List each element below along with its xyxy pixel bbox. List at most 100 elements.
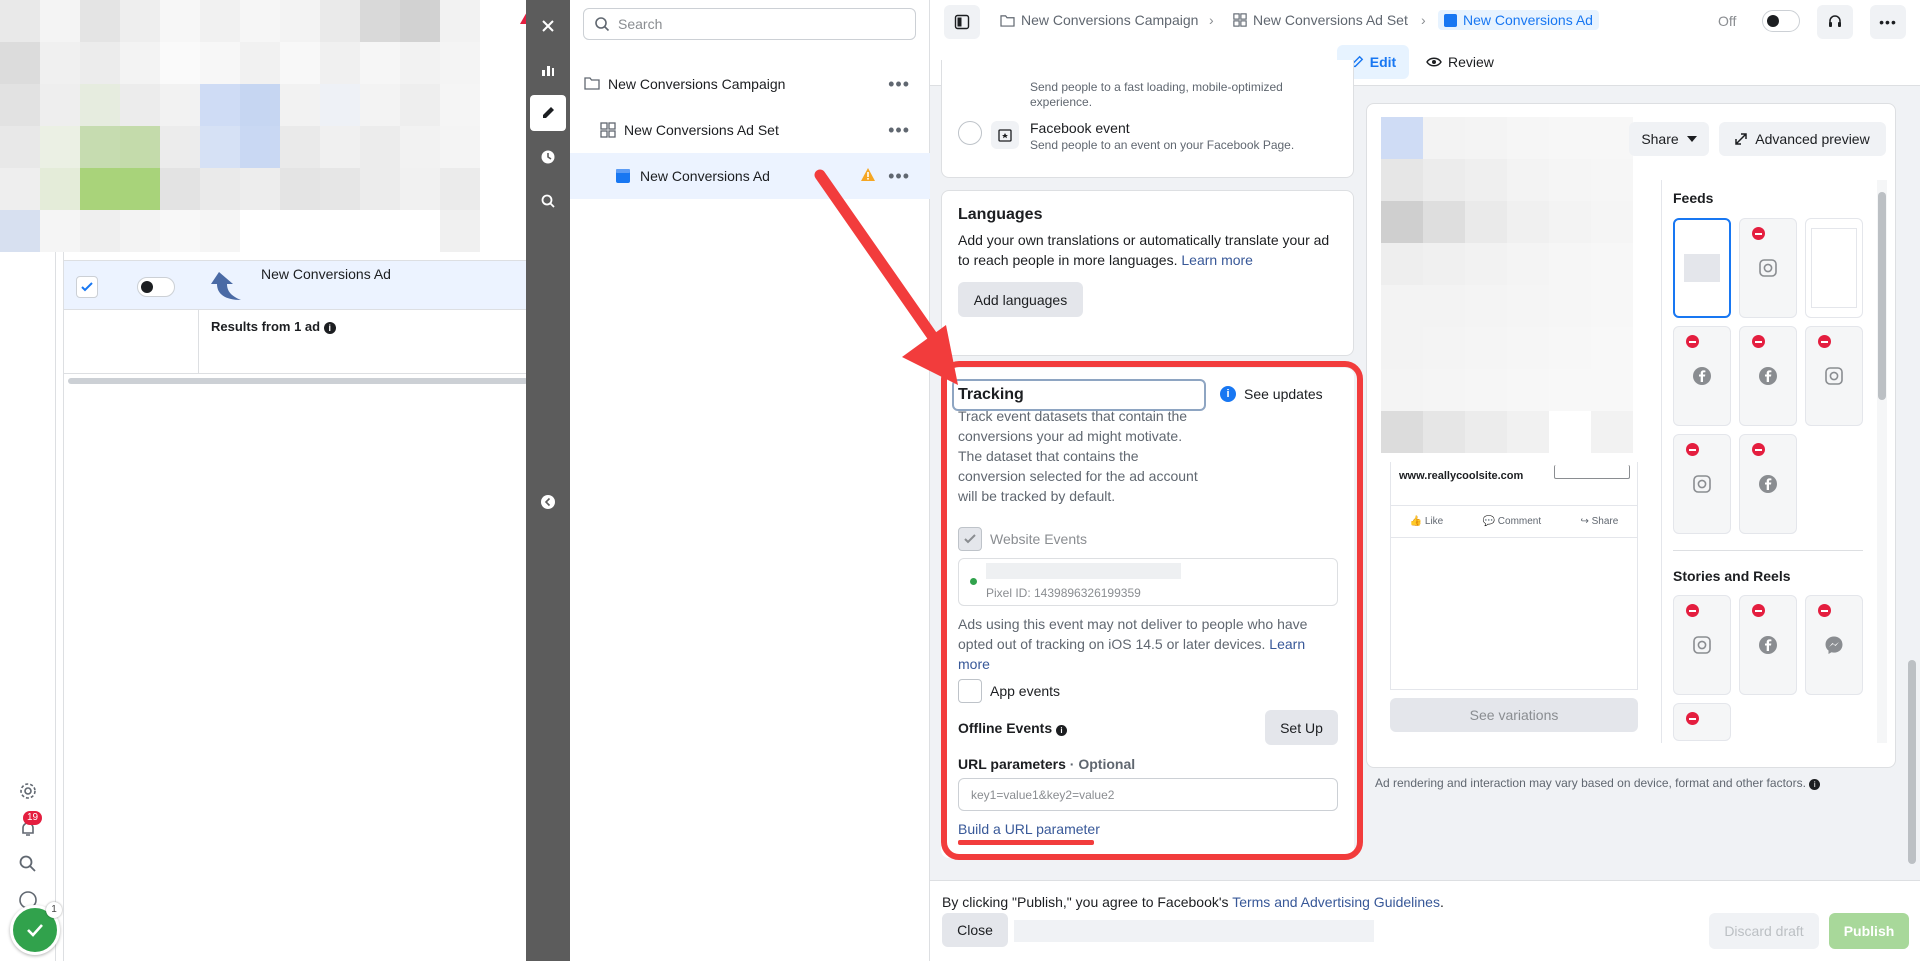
learn-more-link[interactable]: Learn more	[1181, 252, 1253, 268]
search-input[interactable]: Search	[583, 8, 916, 40]
placements-scroll-thumb[interactable]	[1878, 192, 1886, 400]
support-headset-icon[interactable]	[1817, 5, 1853, 39]
row-checkbox[interactable]	[76, 276, 98, 298]
folder-icon	[584, 76, 600, 90]
grid-icon	[600, 122, 616, 138]
chevron-right-icon: ›	[1209, 12, 1214, 28]
placement-facebook-feed[interactable]	[1673, 218, 1731, 318]
breadcrumb-ad[interactable]: New Conversions Ad	[1438, 10, 1599, 30]
tree-item-label: New Conversions Campaign	[608, 76, 786, 92]
publish-button[interactable]: Publish	[1829, 913, 1909, 949]
facebook-icon	[1759, 475, 1777, 493]
warning-icon[interactable]	[860, 167, 876, 182]
destination-desc: Send people to a fast loading, mobile-op…	[1030, 80, 1283, 94]
comment-action: 💬 Comment	[1482, 516, 1542, 527]
cta-button-preview	[1554, 465, 1630, 479]
placement-facebook-marketplace[interactable]	[1673, 326, 1731, 426]
messenger-icon	[1825, 636, 1843, 654]
instagram-icon	[1693, 636, 1711, 654]
placement-instagram-profile[interactable]	[1673, 434, 1731, 534]
history-clock-icon[interactable]	[530, 139, 566, 175]
see-variations-button[interactable]: See variations	[1390, 698, 1638, 732]
discard-draft-button[interactable]: Discard draft	[1709, 913, 1819, 949]
share-dropdown-button[interactable]: Share	[1629, 122, 1709, 156]
placement-facebook-video-feeds[interactable]	[1739, 326, 1797, 426]
search-icon[interactable]	[14, 850, 42, 878]
terms-text: By clicking "Publish," you agree to Face…	[942, 894, 1444, 910]
tree-item-label: New Conversions Ad	[640, 168, 770, 184]
chart-icon[interactable]	[530, 52, 566, 88]
status-label: Off	[1718, 13, 1737, 29]
grid-icon	[1233, 13, 1247, 27]
placement-instagram-stories[interactable]	[1673, 595, 1731, 695]
close-editor-icon[interactable]	[530, 8, 566, 44]
blurred-status-text	[1014, 920, 1374, 942]
add-languages-button[interactable]: Add languages	[958, 282, 1083, 317]
facebook-event-radio[interactable]	[958, 121, 982, 145]
info-icon: i	[323, 322, 336, 334]
tree-item-campaign[interactable]: New Conversions Campaign •••	[570, 61, 930, 107]
placement-audience-network[interactable]	[1805, 218, 1863, 318]
ad-icon	[616, 169, 630, 183]
render-note: Ad rendering and interaction may vary ba…	[1375, 776, 1821, 790]
editor-scroll-thumb[interactable]	[1908, 660, 1916, 864]
search-zoom-icon[interactable]	[530, 183, 566, 219]
eye-icon	[1426, 57, 1442, 67]
destination-desc: experience.	[1030, 95, 1093, 109]
tab-label: Review	[1448, 54, 1494, 70]
destination-card	[941, 60, 1354, 178]
facebook-event-desc: Send people to an event on your Facebook…	[1030, 138, 1295, 152]
blurred-ad-image	[1381, 117, 1646, 477]
tab-review[interactable]: Review	[1426, 45, 1494, 79]
placement-facebook-profile[interactable]	[1739, 434, 1797, 534]
breadcrumb-adset[interactable]: New Conversions Ad Set	[1233, 12, 1408, 28]
breadcrumb-label: New Conversions Campaign	[1021, 12, 1199, 28]
stories-reels-heading: Stories and Reels	[1673, 568, 1791, 584]
checklist-count: 1	[46, 902, 62, 918]
preview-site-url: www.reallycoolsite.com	[1399, 470, 1524, 482]
preview-actions-bar: 👍 Like 💬 Comment ↪ Share	[1390, 505, 1638, 538]
folder-icon	[1000, 14, 1015, 27]
placements-divider	[1673, 550, 1863, 551]
languages-title: Languages	[958, 206, 1043, 223]
tree-item-label: New Conversions Ad Set	[624, 122, 779, 138]
placement-reels[interactable]	[1673, 703, 1731, 741]
tree-item-adset[interactable]: New Conversions Ad Set •••	[570, 107, 930, 153]
caret-down-icon	[1686, 136, 1697, 142]
sidebar-toggle-icon[interactable]	[944, 5, 980, 39]
instagram-icon	[1693, 475, 1711, 493]
placement-instagram-feed[interactable]	[1739, 218, 1797, 318]
more-options-icon[interactable]: •••	[888, 74, 910, 95]
close-button[interactable]: Close	[942, 913, 1008, 947]
info-icon: i	[1809, 779, 1821, 790]
placement-facebook-stories[interactable]	[1739, 595, 1797, 695]
languages-desc: Add your own translations or automatical…	[958, 232, 1330, 268]
settings-icon[interactable]	[14, 777, 42, 805]
placement-instagram-explore[interactable]	[1805, 326, 1863, 426]
calendar-star-icon	[991, 121, 1019, 149]
breadcrumb-label: New Conversions Ad	[1463, 12, 1593, 28]
notifications-badge: 19	[23, 811, 43, 825]
terms-link[interactable]: Terms and Advertising Guidelines	[1232, 894, 1440, 910]
horizontal-scrollbar[interactable]	[68, 378, 528, 384]
row-ad-name[interactable]: New Conversions Ad	[261, 266, 391, 282]
collapse-panel-icon[interactable]	[530, 484, 566, 520]
status-toggle[interactable]	[1762, 10, 1800, 32]
blurred-image	[0, 0, 520, 252]
row-toggle[interactable]	[137, 277, 175, 297]
results-summary: Results from 1 ad i	[211, 319, 336, 334]
placement-messenger-stories[interactable]	[1805, 595, 1863, 695]
ad-icon	[1444, 13, 1457, 27]
facebook-icon	[1759, 367, 1777, 385]
more-options-icon[interactable]: •••	[888, 166, 910, 187]
search-icon	[595, 17, 610, 32]
search-placeholder: Search	[618, 16, 663, 32]
breadcrumb-campaign[interactable]: New Conversions Campaign	[1000, 12, 1198, 28]
like-action: 👍 Like	[1409, 516, 1444, 527]
advanced-preview-button[interactable]: Advanced preview	[1719, 122, 1886, 156]
tree-item-ad[interactable]: New Conversions Ad •••	[570, 153, 930, 199]
edit-pencil-icon[interactable]	[530, 95, 566, 131]
more-menu-icon[interactable]: •••	[1870, 5, 1906, 39]
more-options-icon[interactable]: •••	[888, 120, 910, 141]
chevron-right-icon: ›	[1421, 12, 1426, 28]
